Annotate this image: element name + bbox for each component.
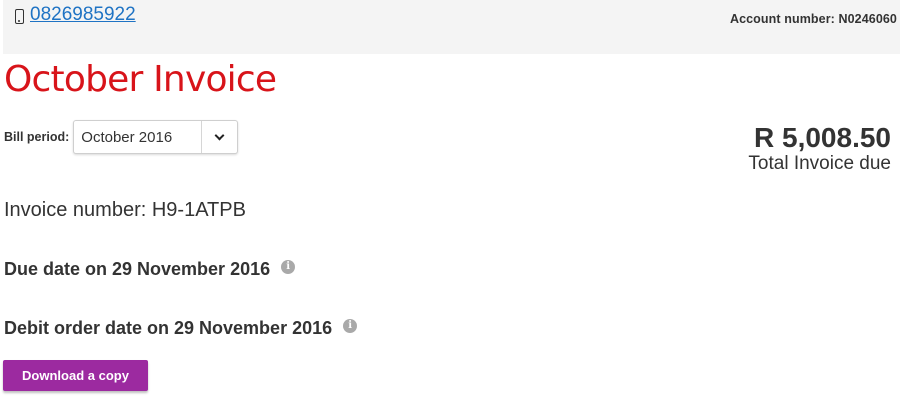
- debit-order-date-text: Debit order date on 29 November 2016: [4, 318, 333, 338]
- info-icon[interactable]: i: [343, 318, 358, 333]
- total-label: Total Invoice due: [748, 153, 891, 174]
- bill-period-selected-value: October 2016: [81, 128, 173, 146]
- phone-number-group: 0826985922: [15, 4, 136, 26]
- account-number: Account number: N0246060: [729, 12, 897, 26]
- phone-number-link[interactable]: 0826985922: [30, 4, 136, 26]
- invoice-number: Invoice number: H9-1ATPB: [4, 199, 246, 221]
- bill-period-group: Bill period: October 2016: [4, 120, 239, 154]
- total-amount: R 5,008.50: [754, 122, 891, 153]
- bill-period-dropdown-button[interactable]: [201, 121, 237, 153]
- due-date-row: Due date on 29 November 2016 i: [4, 259, 296, 280]
- debit-order-date-row: Debit order date on 29 November 2016 i: [4, 318, 358, 339]
- bill-period-select[interactable]: October 2016: [73, 120, 239, 154]
- total-invoice: R 5,008.50 Total Invoice due: [748, 121, 891, 174]
- chevron-down-icon: [214, 130, 225, 141]
- bill-period-label: Bill period:: [4, 130, 70, 144]
- info-icon[interactable]: i: [281, 259, 296, 274]
- page-title: October Invoice: [4, 59, 277, 100]
- account-header-bar: 0826985922 Account number: N0246060: [3, 0, 900, 54]
- due-date-text: Due date on 29 November 2016: [4, 259, 271, 279]
- download-copy-button[interactable]: Download a copy: [3, 360, 148, 391]
- mobile-phone-icon: [15, 8, 24, 24]
